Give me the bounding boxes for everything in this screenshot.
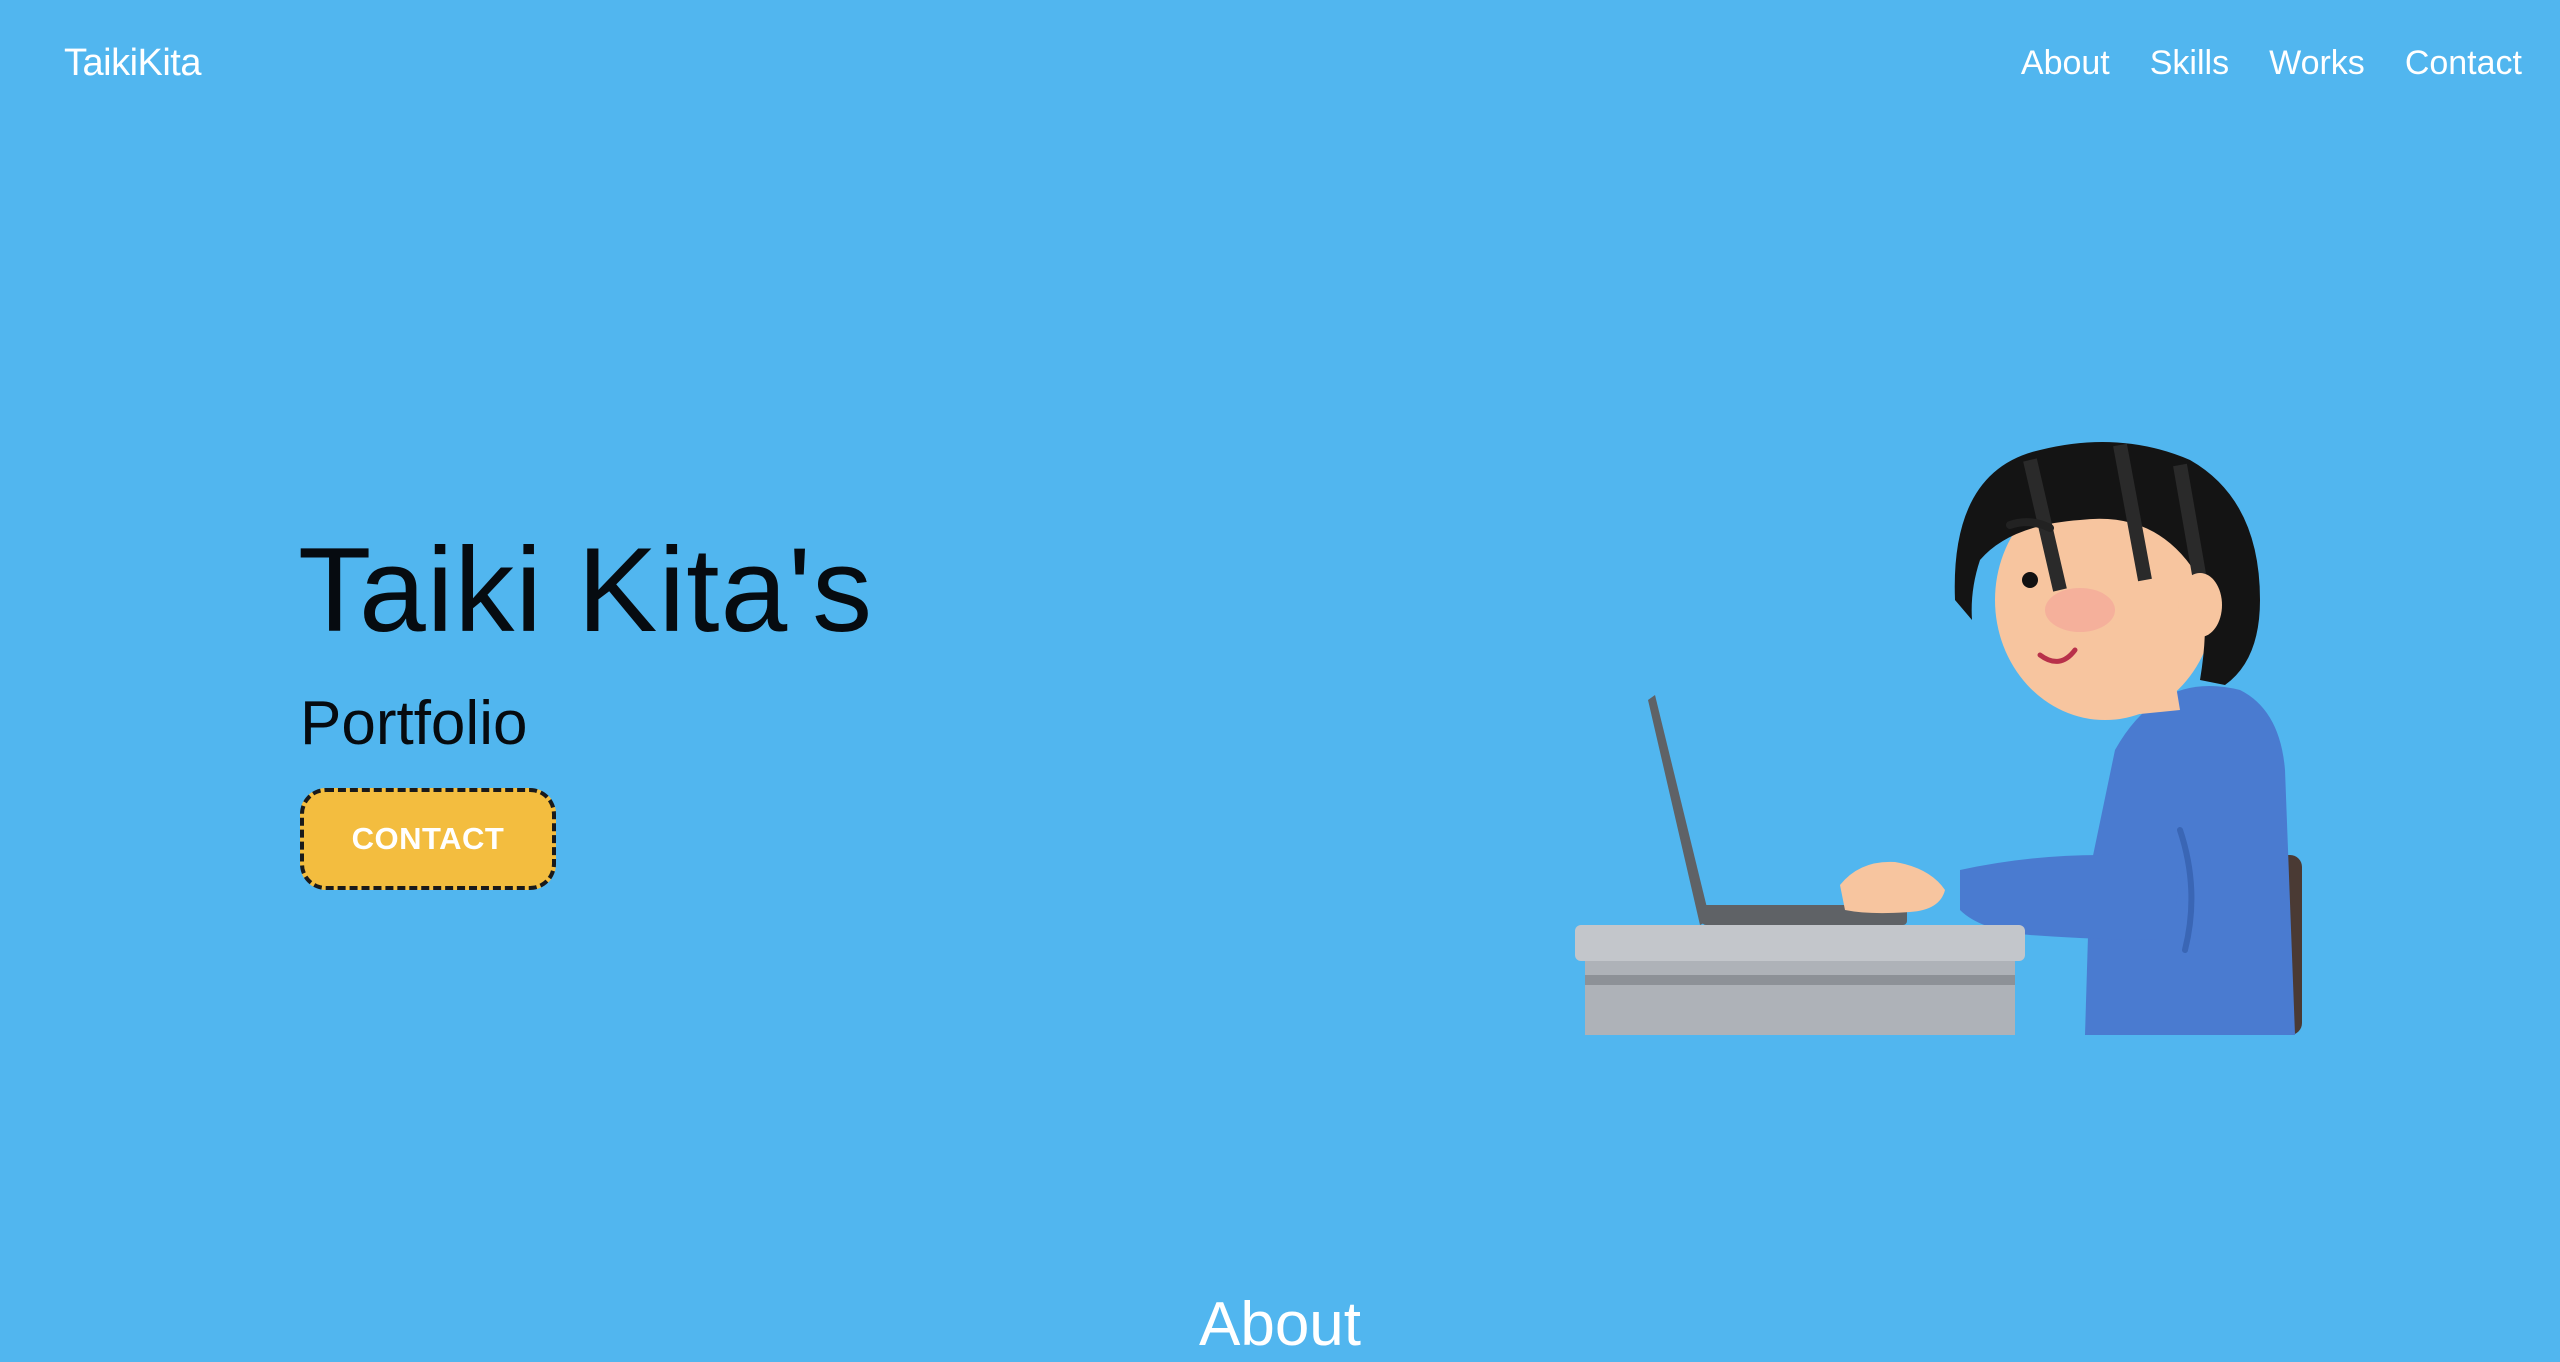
- nav-link-skills[interactable]: Skills: [2150, 38, 2229, 88]
- nav-link-works[interactable]: Works: [2269, 38, 2365, 88]
- brand-logo-link[interactable]: TaikiKita: [64, 38, 202, 88]
- hero-subtitle: Portfolio: [300, 689, 528, 758]
- person-typing-on-laptop-icon: [1560, 350, 2310, 1050]
- nav-link-contact[interactable]: Contact: [2405, 38, 2522, 88]
- about-section-title: About: [1198, 1290, 1362, 1359]
- nav-link-about[interactable]: About: [2021, 38, 2110, 88]
- main-nav: About Skills Works Contact: [1981, 38, 2522, 88]
- contact-button[interactable]: CONTACT: [300, 788, 556, 890]
- page: TaikiKita About Skills Works Contact Tai…: [0, 0, 2560, 1362]
- hero-title: Taiki Kita's: [298, 523, 874, 657]
